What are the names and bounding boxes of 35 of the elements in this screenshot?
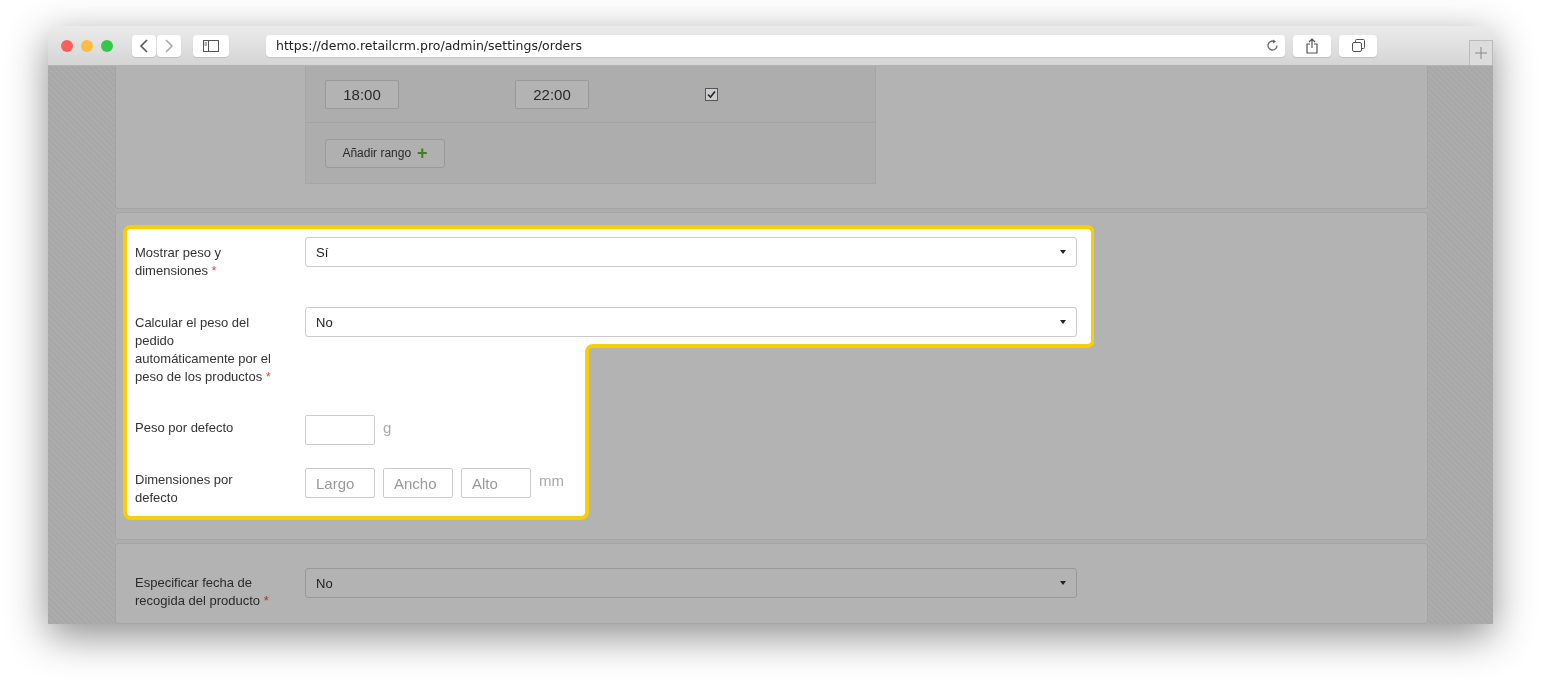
dropdown[interactable]: No bbox=[305, 568, 1077, 598]
time-field[interactable]: 18:00 bbox=[325, 79, 399, 109]
checkbox[interactable] bbox=[705, 87, 718, 101]
zoom-icon[interactable] bbox=[101, 39, 113, 52]
caret-icon bbox=[1060, 250, 1066, 254]
reload-icon[interactable] bbox=[1266, 39, 1279, 52]
field-label: Peso por defecto bbox=[135, 419, 235, 437]
input-field[interactable]: Alto bbox=[461, 468, 531, 498]
sidebar-button[interactable] bbox=[193, 34, 229, 57]
caret-icon bbox=[1060, 320, 1066, 324]
field-label: Especificar fecha de recogida del producto * bbox=[135, 574, 270, 610]
dropdown[interactable]: No bbox=[305, 307, 1077, 337]
input-field[interactable]: Ancho bbox=[383, 468, 453, 498]
share-button[interactable] bbox=[1293, 34, 1331, 57]
new-tab-button[interactable] bbox=[1469, 40, 1493, 65]
tabs-icon bbox=[1351, 39, 1365, 52]
unit-label: g bbox=[383, 419, 392, 436]
caret-icon bbox=[1060, 581, 1066, 585]
field-label: Dimensiones por defecto bbox=[135, 471, 234, 507]
time-field[interactable]: 22:00 bbox=[515, 79, 589, 109]
url-text: https://demo.retailcrm.pro/admin/settings/orders bbox=[276, 38, 582, 53]
unit-label: mm bbox=[539, 472, 564, 489]
sidebar-icon bbox=[203, 39, 219, 52]
address-bar[interactable]: https://demo.retailcrm.pro/admin/settings/orders bbox=[266, 34, 1285, 57]
back-button[interactable] bbox=[132, 34, 156, 57]
field-label: Mostrar peso y dimensiones * bbox=[135, 244, 222, 280]
field-label: Calcular el peso del pedido automáticamente por el peso de los productos * bbox=[135, 314, 272, 386]
add-range-button[interactable]: Añadir rango + bbox=[325, 138, 445, 168]
input-field[interactable] bbox=[305, 415, 375, 445]
plus-icon bbox=[1475, 47, 1487, 59]
close-icon[interactable] bbox=[61, 39, 73, 52]
tabs-button[interactable] bbox=[1339, 34, 1377, 57]
input-field[interactable]: Largo bbox=[305, 468, 375, 498]
dropdown[interactable]: Sí bbox=[305, 237, 1077, 267]
share-icon bbox=[1306, 37, 1318, 54]
